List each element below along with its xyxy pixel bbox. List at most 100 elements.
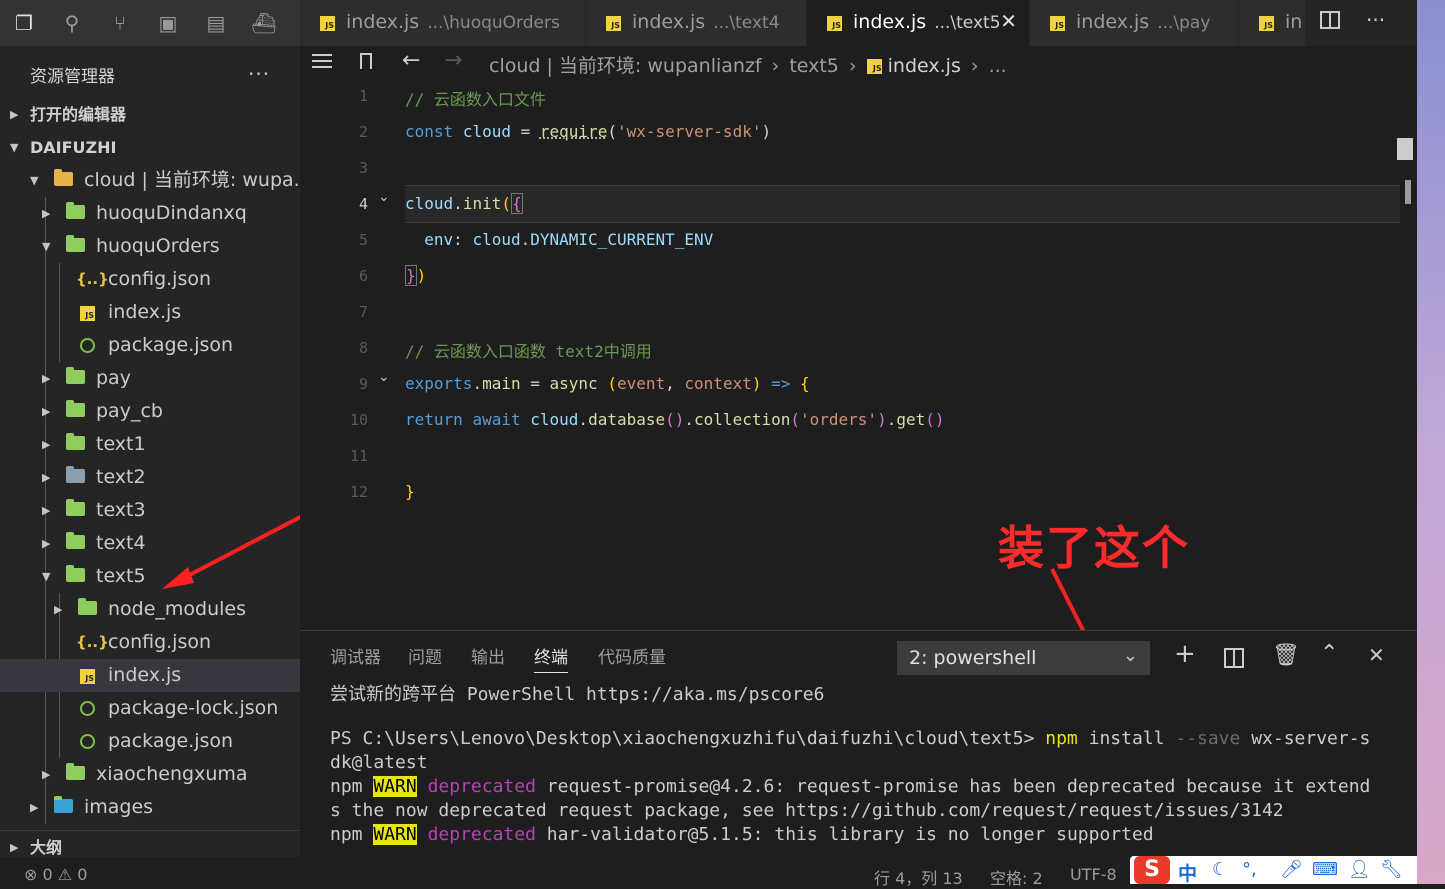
moon-icon[interactable]: ☾ (1212, 859, 1228, 880)
tree-item-index-js-selected[interactable]: JS index.js (0, 659, 300, 692)
line-number: 11 (349, 447, 368, 465)
source-control-icon[interactable]: ⑂ (106, 10, 134, 36)
sogou-logo-icon[interactable]: S (1134, 856, 1170, 884)
fold-chevron-icon[interactable]: ⌄ (378, 189, 390, 205)
wrench-icon[interactable]: 🔧︎ (1380, 859, 1403, 880)
code-line: const cloud = require('wx-server-sdk') (405, 122, 772, 141)
tab-in[interactable]: JS in (1239, 0, 1306, 46)
terminal-select-value: 2: powershell (909, 647, 1037, 669)
breadcrumb-more[interactable]: ... (989, 55, 1007, 77)
tree-item-index-js[interactable]: JS index.js (0, 296, 300, 329)
problems-count[interactable]: ⊗ 0 ⚠ 0 (24, 865, 87, 884)
trash-icon[interactable]: 🗑 (1272, 643, 1300, 668)
chevron-right-icon: ▶ (54, 603, 63, 616)
code-editor[interactable]: 1 2 3 4 5 6 7 8 9 10 11 12 ⌄ ⌄ // 云函数入口文… (300, 80, 1417, 630)
search-icon[interactable]: ⚲ (58, 10, 86, 36)
breadcrumb-cloud[interactable]: cloud | 当前环境: wupanlianzf (489, 55, 762, 77)
punctuation-icon[interactable]: °, (1242, 859, 1257, 880)
tree-item-config-json[interactable]: {..} config.json (0, 626, 300, 659)
chevron-down-icon: ▼ (10, 141, 19, 154)
tab-index-text5[interactable]: JS index.js ...\text5 ✕ (807, 0, 1030, 46)
js-file-icon: JS (866, 59, 882, 74)
tree-item-node-modules[interactable]: ▶ node_modules (0, 593, 300, 626)
tab-label: index.js (853, 11, 927, 33)
more-actions-icon[interactable]: ··· (1366, 8, 1385, 32)
js-file-icon: JS (80, 669, 95, 684)
line-number: 10 (349, 411, 368, 429)
code-line: }) (405, 265, 427, 286)
tree-item-package-json[interactable]: package.json (0, 329, 300, 362)
tab-output[interactable]: 输出 (471, 643, 505, 668)
user-icon[interactable]: 👤︎ (1348, 859, 1371, 880)
tree-item-package-lock-json[interactable]: package-lock.json (0, 692, 300, 725)
chevron-right-icon: ▶ (42, 207, 51, 220)
tab-path: ...\pay (1157, 13, 1211, 33)
folder-icon (66, 202, 85, 219)
tree-item-images[interactable]: ▶ images (0, 791, 300, 824)
microphone-icon[interactable]: 🎤︎ (1280, 859, 1303, 880)
ime-language[interactable]: 中 (1178, 859, 1197, 886)
tree-item-label: package.json (108, 730, 234, 752)
explorer-icon[interactable]: ❐ (10, 10, 38, 36)
maximize-panel-icon[interactable]: ⌃ (1320, 641, 1338, 666)
nodejs-icon (80, 338, 95, 353)
tree-item-huoquorders[interactable]: ▼ huoquOrders (0, 230, 300, 263)
terminal-line: 尝试新的跨平台 PowerShell https://aka.ms/pscore… (330, 684, 825, 705)
terminal-select[interactable]: 2: powershell ⌄ (897, 641, 1150, 675)
close-panel-icon[interactable]: ✕ (1368, 643, 1385, 667)
tree-item-pay[interactable]: ▶ pay (0, 362, 300, 395)
indentation[interactable]: 空格: 2 (990, 865, 1043, 889)
breadcrumb-text5[interactable]: text5 (789, 55, 839, 77)
extensions-icon[interactable]: ▣ (154, 10, 182, 36)
tab-label: index.js (632, 11, 706, 33)
tree-item-config-json[interactable]: {..} config.json (0, 263, 300, 296)
minimap-slider[interactable] (1397, 138, 1413, 160)
tab-debugger[interactable]: 调试器 (330, 643, 381, 668)
tree-item-cloud[interactable]: ▼ cloud | 当前环境: wupa... (0, 164, 312, 197)
tree-item-xiaochengxuma[interactable]: ▶ xiaochengxuma (0, 758, 300, 791)
deprecated-label: deprecated (427, 776, 536, 797)
tree-item-pay-cb[interactable]: ▶ pay_cb (0, 395, 300, 428)
split-terminal-icon[interactable] (1224, 648, 1244, 668)
tab-problems[interactable]: 问题 (408, 643, 442, 668)
keyboard-icon[interactable]: ⌨ (1312, 859, 1338, 880)
breadcrumb-index-js[interactable]: index.js (888, 55, 961, 77)
tree-item-package-json[interactable]: package.json (0, 725, 300, 758)
close-icon[interactable]: ✕ (1000, 9, 1017, 33)
new-terminal-icon[interactable]: + (1174, 641, 1196, 667)
tab-index-text4[interactable]: JS index.js ...\text4 (586, 0, 807, 46)
chevron-right-icon: ▶ (42, 768, 51, 781)
js-file-icon: JS (827, 16, 842, 31)
terminal-text: har-validator@5.1.5: this library is no … (546, 824, 1154, 845)
folder-icon (66, 466, 85, 483)
open-editors-section[interactable]: ▶ 打开的编辑器 (0, 98, 300, 131)
editor-tab-bar: JS index.js ...\huoquOrders JS index.js..… (300, 0, 1417, 46)
outline-list-icon[interactable] (312, 54, 332, 70)
tab-code-quality[interactable]: 代码质量 (598, 643, 666, 668)
terminal-line: npm WARN deprecated har-validator@5.1.5:… (330, 824, 1154, 845)
fold-chevron-icon[interactable]: ⌄ (378, 369, 390, 385)
back-arrow-icon[interactable]: ← (402, 48, 420, 73)
tab-terminal[interactable]: 终端 (534, 643, 568, 673)
docker-icon[interactable]: ⛴ (250, 10, 278, 36)
split-editor-icon[interactable] (1320, 11, 1340, 29)
tree-item-text2[interactable]: ▶ text2 (0, 461, 300, 494)
encoding[interactable]: UTF-8 (1070, 865, 1117, 884)
folder-open-icon (66, 565, 85, 582)
editor-layout-icon[interactable]: ▤ (202, 10, 230, 36)
workspace-section[interactable]: ▼ DAIFUZHI (0, 131, 300, 164)
line-number: 2 (358, 123, 368, 141)
tab-index-huoquorders[interactable]: JS index.js ...\huoquOrders (300, 0, 586, 46)
tab-index-pay[interactable]: JS index.js ...\pay (1030, 0, 1239, 46)
forward-arrow-icon[interactable]: → (444, 48, 462, 73)
tree-item-text1[interactable]: ▶ text1 (0, 428, 300, 461)
bookmark-icon[interactable] (360, 53, 372, 69)
json-file-icon: {..} (76, 270, 109, 288)
chevron-right-icon: ▶ (30, 801, 39, 814)
tree-item-huoqudindanxq[interactable]: ▶ huoquDindanxq (0, 197, 300, 230)
scrollbar-thumb[interactable] (1405, 180, 1411, 204)
explorer-more-button[interactable]: ... (248, 56, 270, 80)
warn-badge: WARN (373, 776, 417, 797)
cursor-position[interactable]: 行 4，列 13 (874, 865, 963, 889)
terminal-npm: npm (330, 824, 363, 845)
